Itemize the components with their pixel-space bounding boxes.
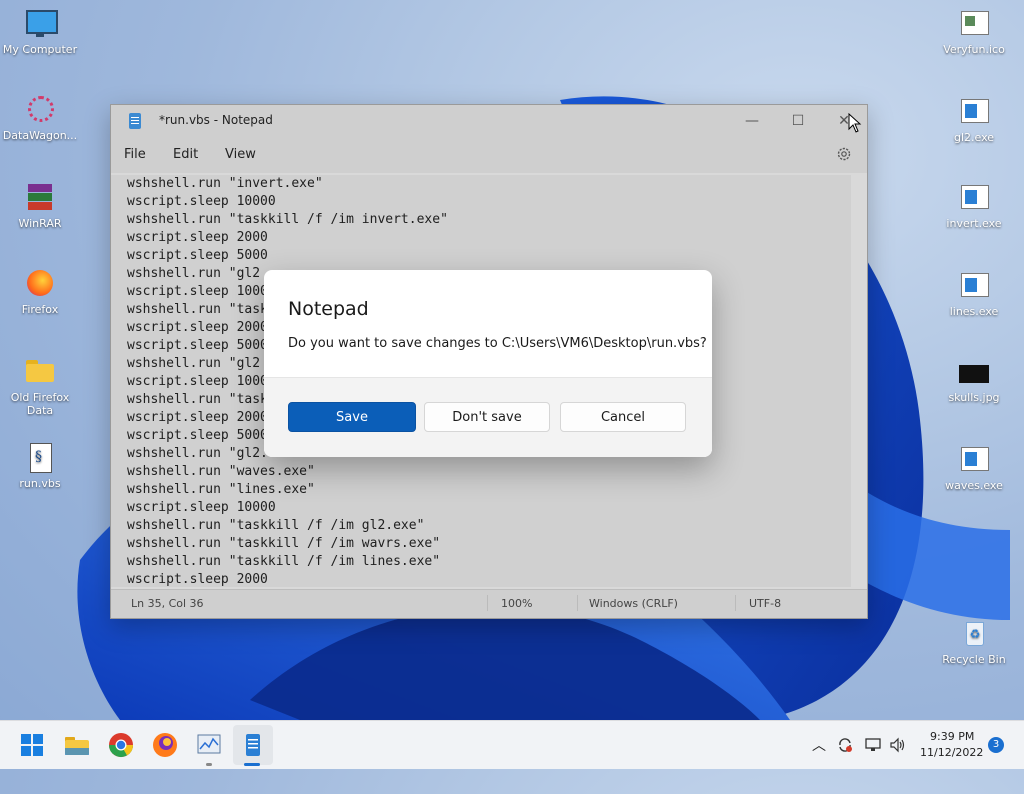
recycle-bin-icon: ♻ bbox=[958, 618, 990, 650]
menu-file[interactable]: File bbox=[124, 147, 146, 162]
editor-line: wshshell.run "taskkill /f /im gl2.exe" bbox=[127, 518, 425, 533]
mouse-cursor-icon bbox=[848, 113, 862, 133]
desktop-icon-label: WinRAR bbox=[18, 217, 62, 230]
desktop-icon-label: Veryfun.ico bbox=[943, 43, 1005, 56]
encoding: UTF-8 bbox=[749, 597, 782, 610]
running-indicator bbox=[206, 763, 212, 766]
desktop-icon-label: invert.exe bbox=[946, 217, 1002, 230]
editor-line: wshshell.run "lines.exe" bbox=[127, 482, 315, 497]
executable-icon bbox=[958, 182, 990, 214]
volume-icon[interactable] bbox=[888, 736, 906, 754]
task-manager-icon[interactable] bbox=[193, 729, 225, 761]
status-separator bbox=[577, 595, 578, 611]
title-bar[interactable]: *run.vbs - Notepad — ☐ ✕ bbox=[111, 105, 867, 137]
executable-icon bbox=[958, 270, 990, 302]
desktop-icon-firefox[interactable]: Firefox bbox=[0, 268, 80, 316]
network-icon[interactable] bbox=[864, 736, 882, 754]
taskbar: ︿ 9:39 PM 11/12/2022 3 bbox=[0, 720, 1024, 769]
folder-icon bbox=[24, 356, 56, 388]
desktop-icon-invert-exe[interactable]: invert.exe bbox=[934, 182, 1014, 230]
menu-view[interactable]: View bbox=[225, 147, 256, 162]
status-separator bbox=[735, 595, 736, 611]
desktop-icon-run-vbs[interactable]: § run.vbs bbox=[0, 442, 80, 490]
desktop-icon-label: Recycle Bin bbox=[942, 653, 1006, 666]
editor-line: wscript.sleep 10000 bbox=[127, 194, 276, 209]
editor-line: wscript.sleep 5000 bbox=[127, 248, 268, 263]
line-ending: Windows (CRLF) bbox=[589, 597, 678, 610]
status-bar: Ln 35, Col 36 100% Windows (CRLF) UTF-8 bbox=[111, 589, 867, 618]
editor-line: wshshell.run "taskkill /f /im invert.exe… bbox=[127, 212, 448, 227]
desktop-icon-datawagon[interactable]: DataWagon... bbox=[0, 94, 80, 142]
status-separator bbox=[487, 595, 488, 611]
editor-line: wscript.sleep 2000 bbox=[127, 572, 268, 587]
desktop-icon-winrar[interactable]: WinRAR bbox=[0, 182, 80, 230]
desktop-icon-veryfun-ico[interactable]: Veryfun.ico bbox=[934, 8, 1014, 56]
desktop-icon-waves-exe[interactable]: waves.exe bbox=[934, 444, 1014, 492]
editor-line: wshshell.run "waves.exe" bbox=[127, 464, 315, 479]
sync-icon[interactable] bbox=[836, 736, 854, 754]
editor-line: wscript.sleep 10000 bbox=[127, 500, 276, 515]
desktop-icon-lines-exe[interactable]: lines.exe bbox=[934, 270, 1014, 318]
editor-line: wscript.sleep 2000 bbox=[127, 230, 268, 245]
dialog-message: Do you want to save changes to C:\Users\… bbox=[288, 336, 707, 351]
menu-bar: File Edit View bbox=[111, 137, 867, 173]
cancel-button[interactable]: Cancel bbox=[560, 402, 686, 432]
desktop-icon-skulls-jpg[interactable]: skulls.jpg bbox=[934, 356, 1014, 404]
script-file-icon: § bbox=[24, 442, 56, 474]
chevron-up-icon[interactable]: ︿ bbox=[812, 735, 826, 783]
settings-gear-icon[interactable] bbox=[835, 145, 853, 163]
window-title: *run.vbs - Notepad bbox=[159, 113, 273, 127]
image-thumbnail-icon bbox=[958, 356, 990, 388]
menu-edit[interactable]: Edit bbox=[173, 147, 198, 162]
start-button-windows-icon[interactable] bbox=[16, 729, 48, 761]
winrar-icon bbox=[24, 182, 56, 214]
clock-date[interactable]: 11/12/2022 bbox=[920, 746, 983, 794]
active-indicator bbox=[244, 763, 260, 766]
desktop-icon-gl2-exe[interactable]: gl2.exe bbox=[934, 96, 1014, 144]
file-explorer-icon[interactable] bbox=[61, 729, 93, 761]
zoom-level: 100% bbox=[501, 597, 533, 610]
maximize-button[interactable]: ☐ bbox=[775, 105, 821, 137]
desktop-icon-label: Firefox bbox=[21, 303, 59, 316]
editor-line: wshshell.run "taskkill /f /im wavrs.exe" bbox=[127, 536, 441, 551]
desktop-icon-label: Old Firefox Data bbox=[10, 391, 70, 417]
editor-line: wshshell.run "invert.exe" bbox=[127, 176, 323, 191]
desktop-icon-label: waves.exe bbox=[945, 479, 1003, 492]
desktop-icon-label: run.vbs bbox=[19, 477, 61, 490]
desktop-icon-old-firefox-data[interactable]: Old Firefox Data bbox=[0, 356, 80, 417]
desktop-icon-label: DataWagon... bbox=[2, 129, 78, 142]
executable-icon bbox=[958, 96, 990, 128]
desktop-icon-label: My Computer bbox=[2, 43, 78, 56]
firefox-taskbar-icon[interactable] bbox=[149, 729, 181, 761]
desktop-icon-label: skulls.jpg bbox=[948, 391, 1000, 404]
firefox-icon bbox=[24, 268, 56, 300]
cursor-position: Ln 35, Col 36 bbox=[131, 597, 204, 610]
dialog-title: Notepad bbox=[288, 298, 369, 320]
notepad-app-icon bbox=[129, 113, 141, 129]
computer-icon bbox=[24, 8, 58, 40]
datawagon-icon bbox=[24, 94, 56, 126]
desktop-icon-my-computer[interactable]: My Computer bbox=[0, 8, 80, 56]
editor-line: wshshell.run "taskkill /f /im lines.exe" bbox=[127, 554, 441, 569]
notepad-taskbar-icon[interactable] bbox=[237, 729, 269, 761]
chrome-icon[interactable] bbox=[105, 729, 137, 761]
desktop-icon-label: lines.exe bbox=[949, 305, 999, 318]
executable-icon bbox=[958, 444, 990, 476]
desktop-icon-label: gl2.exe bbox=[953, 131, 995, 144]
desktop-icon-recycle-bin[interactable]: ♻ Recycle Bin bbox=[934, 618, 1014, 666]
save-button[interactable]: Save bbox=[288, 402, 416, 432]
save-changes-dialog: Notepad Do you want to save changes to C… bbox=[264, 270, 712, 457]
image-file-icon bbox=[958, 8, 990, 40]
dont-save-button[interactable]: Don't save bbox=[424, 402, 550, 432]
minimize-button[interactable]: — bbox=[729, 105, 775, 137]
dialog-button-row: Save Don't save Cancel bbox=[264, 377, 712, 457]
notification-badge[interactable]: 3 bbox=[988, 737, 1004, 753]
